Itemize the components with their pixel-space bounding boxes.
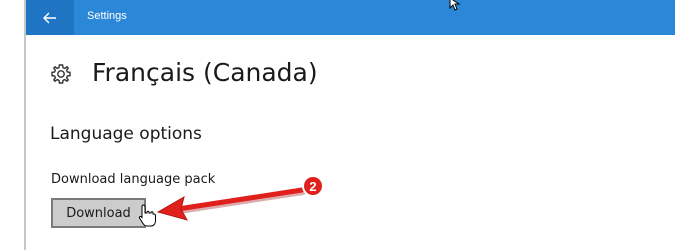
hand-cursor-icon (138, 204, 156, 227)
settings-window: Settings Français (Canada) Language opti… (0, 0, 675, 250)
step-number: 2 (309, 179, 316, 194)
annotation-arrow (156, 187, 306, 221)
mouse-cursor-icon-top (449, 0, 461, 11)
annotation-overlay: 2 (138, 0, 461, 227)
step-badge: 2 (302, 175, 324, 197)
